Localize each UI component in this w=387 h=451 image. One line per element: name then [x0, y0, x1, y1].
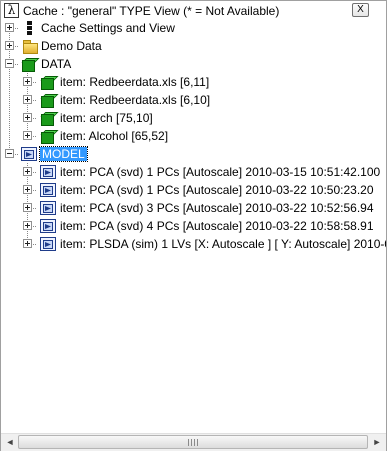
- collapse-toggle[interactable]: [5, 149, 14, 158]
- expand-toggle[interactable]: [5, 23, 14, 32]
- model-icon: [40, 183, 56, 197]
- tree-node-label: Cache Settings and View: [41, 21, 175, 35]
- folder-icon: [22, 39, 38, 54]
- model-icon: [40, 165, 56, 179]
- cache-tree: Cache Settings and View Demo Data DATA i…: [1, 19, 386, 433]
- tree-node-label: item: PLSDA (sim) 1 LVs [X: Autoscale ] …: [60, 237, 386, 251]
- expand-toggle[interactable]: [23, 203, 32, 212]
- tree-node-label: item: PCA (svd) 1 PCs [Autoscale] 2010-0…: [60, 165, 381, 179]
- tree-node-label-selected: MODEL: [39, 146, 88, 162]
- cube-icon: [39, 93, 59, 108]
- expand-toggle[interactable]: [5, 41, 14, 50]
- collapse-toggle[interactable]: [5, 59, 14, 68]
- tree-node-label: item: Redbeerdata.xls [6,11]: [60, 75, 210, 89]
- tree-node-label: item: arch [75,10]: [60, 111, 153, 125]
- expand-toggle[interactable]: [23, 239, 32, 248]
- close-button[interactable]: X: [352, 3, 369, 17]
- expand-toggle[interactable]: [23, 95, 32, 104]
- model-icon: [40, 237, 56, 251]
- tree-node-label: item: Redbeerdata.xls [6,10]: [60, 93, 211, 107]
- cube-icon: [39, 129, 59, 144]
- horizontal-scrollbar[interactable]: ◄ ►: [1, 433, 386, 451]
- cube-icon: [39, 111, 59, 126]
- expand-toggle[interactable]: [23, 77, 32, 86]
- tree-node-label: Demo Data: [41, 39, 102, 53]
- scroll-left-arrow-icon[interactable]: ◄: [3, 437, 17, 448]
- cube-icon: [20, 57, 40, 72]
- lambda-icon: λ: [4, 3, 19, 18]
- settings-icon: [22, 21, 38, 35]
- tree-node-label: item: PCA (svd) 3 PCs [Autoscale] 2010-0…: [60, 201, 374, 215]
- expand-toggle[interactable]: [23, 185, 32, 194]
- tree-node-label: item: PCA (svd) 1 PCs [Autoscale] 2010-0…: [60, 183, 374, 197]
- title-bar: λ Cache : "general" TYPE View (* = Not A…: [1, 1, 386, 19]
- expand-toggle[interactable]: [23, 113, 32, 122]
- scrollbar-thumb[interactable]: [18, 435, 368, 449]
- cube-icon: [39, 75, 59, 90]
- cache-viewer-window: λ Cache : "general" TYPE View (* = Not A…: [0, 0, 387, 451]
- model-icon: [40, 201, 56, 215]
- grip-icon: [188, 439, 198, 446]
- window-title: Cache : "general" TYPE View (* = Not Ava…: [23, 4, 280, 18]
- expand-toggle[interactable]: [23, 167, 32, 176]
- model-icon: [21, 147, 37, 161]
- tree-node-label: item: PCA (svd) 4 PCs [Autoscale] 2010-0…: [60, 219, 374, 233]
- tree-node-label: DATA: [41, 57, 72, 71]
- tree-node-label: item: Alcohol [65,52]: [60, 129, 169, 143]
- scroll-right-arrow-icon[interactable]: ►: [370, 437, 384, 448]
- expand-toggle[interactable]: [23, 131, 32, 140]
- model-icon: [40, 219, 56, 233]
- expand-toggle[interactable]: [23, 221, 32, 230]
